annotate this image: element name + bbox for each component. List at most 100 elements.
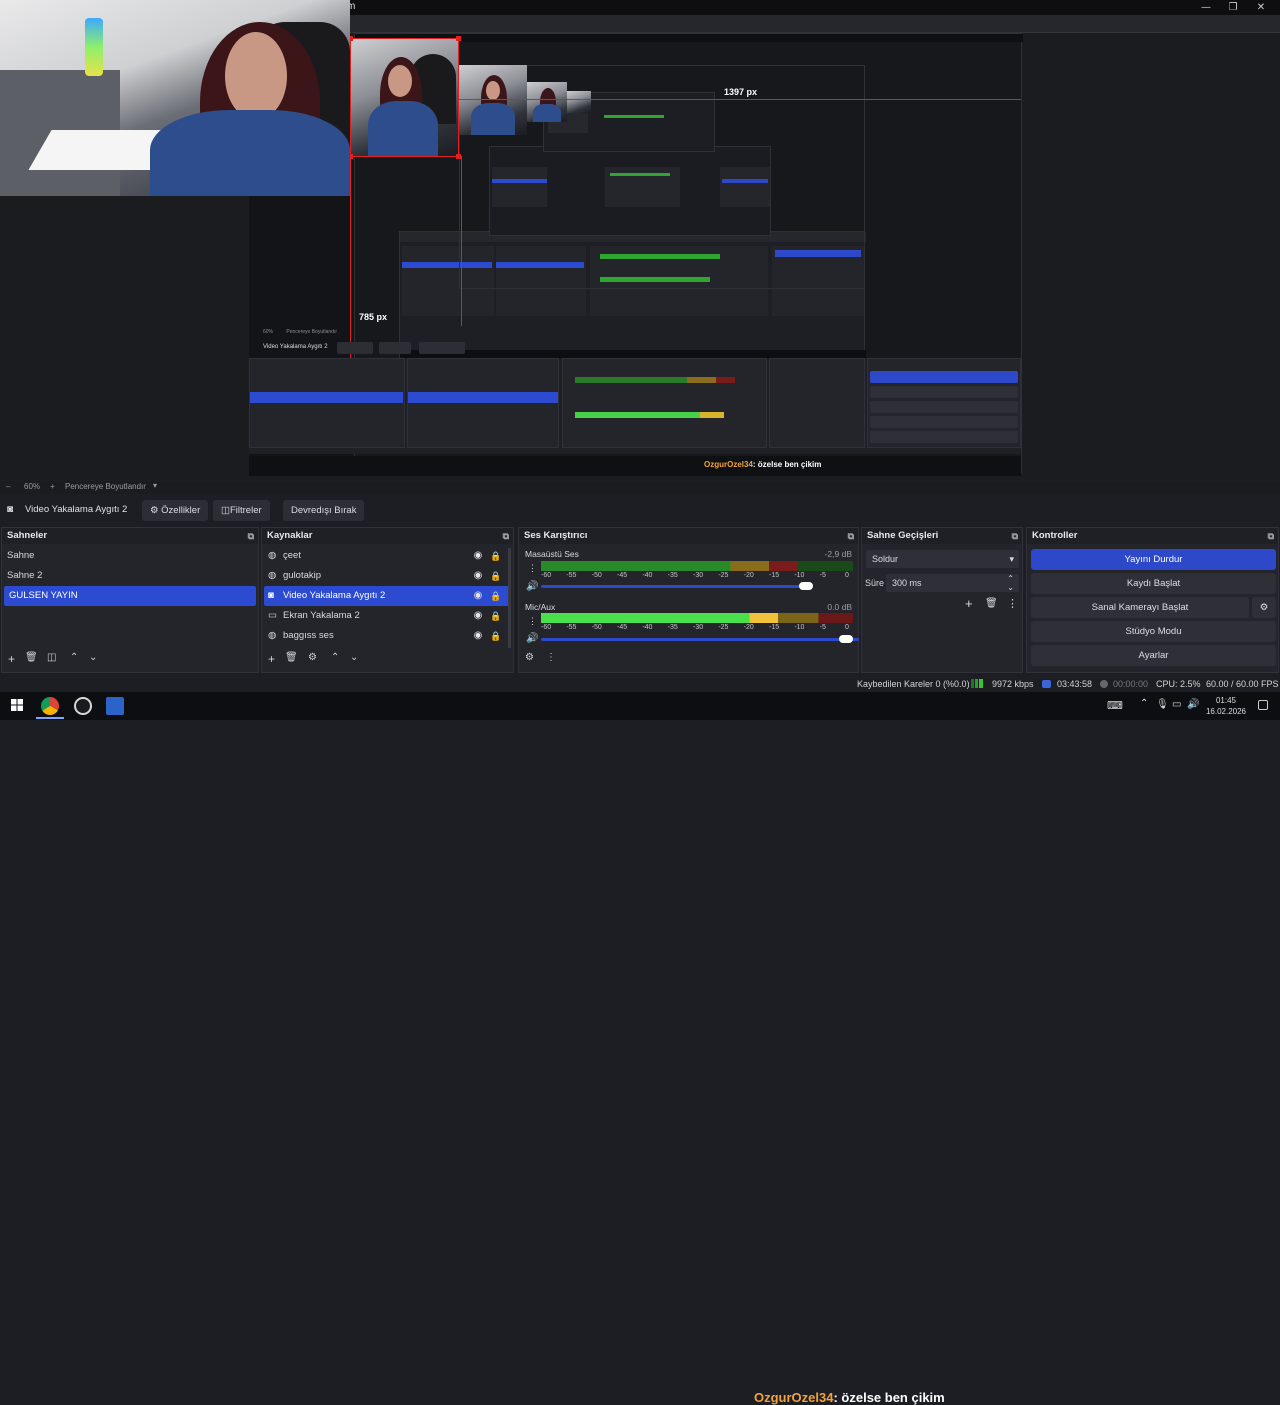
zoom-up-icon[interactable]: + xyxy=(50,482,55,491)
start-record-button[interactable]: Kaydı Başlat xyxy=(1031,573,1276,594)
scrollbar[interactable] xyxy=(508,548,511,648)
preview-canvas[interactable]: 1397 px 785 px 60% Pencereye Boyutlandır… xyxy=(249,33,1023,476)
undock-icon[interactable]: ⧉ xyxy=(848,528,854,544)
trash-icon[interactable]: 🗑 xyxy=(985,598,998,609)
mixer-settings-icon[interactable]: ⚙ xyxy=(525,652,534,663)
nested-toolbar: Video Yakalama Aygıtı 2 xyxy=(249,340,1021,356)
clock-date[interactable]: 16.02.2026 xyxy=(1203,707,1249,716)
app-icon[interactable] xyxy=(106,697,124,715)
filter-icon[interactable]: ◫ xyxy=(47,652,56,663)
eye-icon[interactable]: ◉ xyxy=(472,546,484,566)
zoom-down-icon[interactable]: – xyxy=(6,482,10,491)
scene-item[interactable]: Sahne 2 xyxy=(2,566,258,586)
gear-icon: ⚙ xyxy=(150,505,159,516)
stop-stream-button[interactable]: Yayını Durdur xyxy=(1031,549,1276,570)
undock-icon[interactable]: ⧉ xyxy=(503,528,509,544)
add-icon[interactable]: + xyxy=(268,652,275,666)
source-item[interactable]: ◍ baggıss ses ◉ 🔒 xyxy=(262,626,513,646)
eye-icon[interactable]: ◉ xyxy=(472,566,484,586)
windows-start-icon[interactable] xyxy=(11,699,23,711)
microphone-icon[interactable]: 🎙 xyxy=(1156,699,1169,710)
properties-button[interactable]: ⚙ Özellikler xyxy=(142,500,209,521)
add-icon[interactable]: + xyxy=(8,652,15,666)
fps: 60.00 / 60.00 FPS xyxy=(1206,679,1279,689)
deactivate-button[interactable]: Devredışı Bırak xyxy=(283,500,365,521)
move-up-icon[interactable]: ⌃ xyxy=(70,652,78,663)
scale-tick-label: -20 xyxy=(743,624,754,631)
scale-tick-label: -50 xyxy=(591,572,602,579)
minimize-button[interactable]: — xyxy=(1193,0,1219,15)
lock-icon[interactable]: 🔒 xyxy=(490,566,501,586)
speaker-icon[interactable]: 🔊 xyxy=(526,633,538,644)
trash-icon[interactable]: 🗑 xyxy=(285,652,298,663)
move-down-icon[interactable]: ⌄ xyxy=(89,652,97,663)
close-button[interactable]: ✕ xyxy=(1248,0,1274,15)
chevron-down-icon[interactable]: ▾ xyxy=(153,481,157,490)
properties-label: Özellikler xyxy=(161,505,201,516)
fit-mode-label[interactable]: Pencereye Boyutlandır xyxy=(65,482,146,491)
lock-icon[interactable]: 🔒 xyxy=(490,586,501,606)
stepper-down-icon[interactable]: ⌄ xyxy=(1007,579,1014,597)
chevron-up-icon[interactable]: ⌃ xyxy=(1140,698,1148,709)
mixer-header: Ses Karıştırıcı ⧉ xyxy=(519,528,858,544)
scene-item-selected[interactable]: GULSEN YAYIN xyxy=(4,586,256,606)
eye-icon[interactable]: ◉ xyxy=(472,586,484,606)
cpu-usage: CPU: 2.5% xyxy=(1156,679,1201,689)
eye-icon[interactable]: ◉ xyxy=(472,626,484,646)
resize-handle[interactable] xyxy=(456,36,461,41)
move-up-icon[interactable]: ⌃ xyxy=(331,652,339,663)
volume-icon[interactable]: 🔊 xyxy=(1187,699,1199,710)
volume-slider-handle[interactable] xyxy=(839,635,853,643)
speaker-icon[interactable]: 🔊 xyxy=(526,581,538,592)
network-icon[interactable]: ▭ xyxy=(1172,699,1181,710)
source-item[interactable]: ◍ gulotakip ◉ 🔒 xyxy=(262,566,513,586)
clock-time[interactable]: 01:45 xyxy=(1203,696,1249,705)
lock-icon[interactable]: 🔒 xyxy=(490,546,501,566)
kebab-menu-icon[interactable]: ⋮ xyxy=(528,563,537,574)
settings-button[interactable]: Ayarlar xyxy=(1031,645,1276,666)
undock-icon[interactable]: ⧉ xyxy=(1012,528,1018,544)
lock-icon[interactable]: 🔒 xyxy=(490,606,501,626)
volume-slider-handle[interactable] xyxy=(799,582,813,590)
transition-select[interactable]: Soldur ▾ xyxy=(866,550,1019,568)
undock-icon[interactable]: ⧉ xyxy=(1268,528,1274,544)
volume-slider[interactable] xyxy=(541,638,859,641)
virtual-camera-settings-button[interactable]: ⚙ xyxy=(1252,597,1276,618)
maximize-button[interactable]: ❐ xyxy=(1220,0,1246,15)
source-item[interactable]: ◍ çeet ◉ 🔒 xyxy=(262,546,513,566)
globe-icon: ◍ xyxy=(268,570,277,581)
webcam-feed xyxy=(0,0,350,196)
kebab-menu-icon[interactable]: ⋮ xyxy=(528,616,537,627)
resize-handle[interactable] xyxy=(456,154,461,159)
undock-icon[interactable]: ⧉ xyxy=(248,528,254,544)
duration-value: 300 ms xyxy=(892,578,922,588)
source-item[interactable]: ▭ Ekran Yakalama 2 ◉ 🔒 xyxy=(262,606,513,626)
volume-slider[interactable] xyxy=(541,585,813,588)
trash-icon[interactable]: 🗑 xyxy=(25,652,38,663)
notification-icon[interactable] xyxy=(1258,700,1268,710)
controls-header: Kontroller ⧉ xyxy=(1027,528,1278,544)
stream-icon xyxy=(1042,680,1051,688)
signal-icon xyxy=(971,679,983,688)
kebab-menu-icon[interactable]: ⋮ xyxy=(1007,597,1018,610)
taskbar: OzgurOzel34: özelse ben çikim ⌨ ⌃ 🎙 ▭ 🔊 … xyxy=(0,692,1280,1405)
chrome-icon[interactable] xyxy=(41,697,59,715)
kebab-menu-icon[interactable]: ⋮ xyxy=(546,652,556,663)
gear-icon[interactable]: ⚙ xyxy=(308,652,317,663)
obs-icon[interactable] xyxy=(74,697,92,715)
keyboard-icon[interactable]: ⌨ xyxy=(1107,699,1123,712)
eye-icon[interactable]: ◉ xyxy=(472,606,484,626)
scale-tick-label: 0 xyxy=(845,624,849,631)
studio-mode-button[interactable]: Stüdyo Modu xyxy=(1031,621,1276,642)
lock-icon[interactable]: 🔒 xyxy=(490,626,501,646)
source-item-selected[interactable]: ◙ Video Yakalama Aygıtı 2 ◉ 🔒 xyxy=(264,586,511,606)
move-down-icon[interactable]: ⌄ xyxy=(350,652,358,663)
zoom-level[interactable]: 60% xyxy=(24,482,40,491)
duration-input[interactable]: 300 ms ⌃ ⌄ xyxy=(886,574,1019,592)
add-icon[interactable]: + xyxy=(965,596,973,611)
scene-item[interactable]: Sahne xyxy=(2,546,258,566)
filters-button[interactable]: ◫Filtreler xyxy=(213,500,270,521)
sources-dock: Kaynaklar ⧉ ◍ çeet ◉ 🔒 ◍ gulotakip ◉ 🔒 ◙ Video Y… xyxy=(261,527,514,673)
virtual-camera-button[interactable]: Sanal Kamerayı Başlat xyxy=(1031,597,1249,618)
selection-border-top xyxy=(350,38,460,39)
